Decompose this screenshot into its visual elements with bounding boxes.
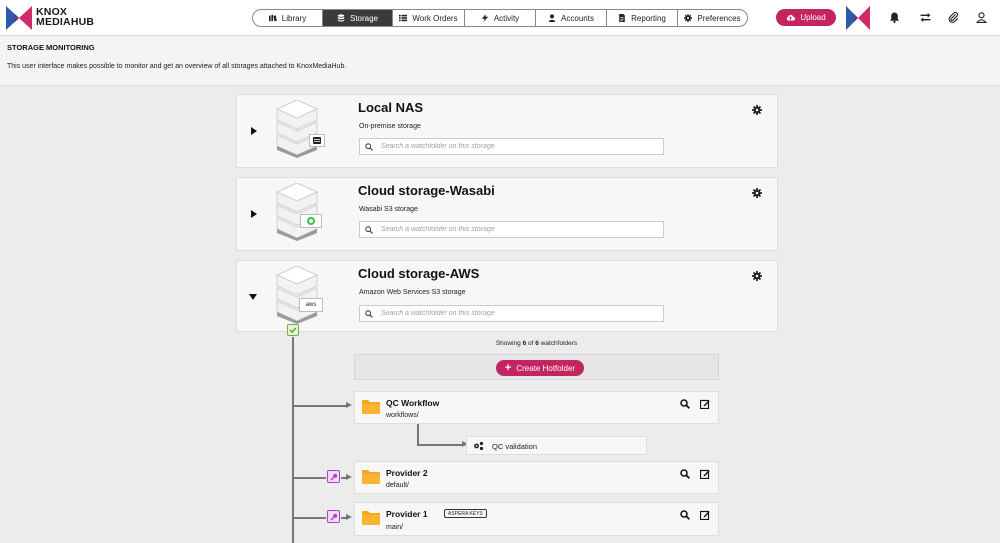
workflow-row[interactable]: QC validation xyxy=(466,436,647,455)
tree-trunk-line xyxy=(292,337,294,543)
storage-settings-gear-icon[interactable] xyxy=(752,271,762,281)
bolt-icon xyxy=(481,14,489,22)
user-icon xyxy=(548,14,556,22)
watchfolder-search-input[interactable] xyxy=(381,310,661,317)
aws-badge: aws xyxy=(299,298,323,312)
watchfolder-name: QC Workflow xyxy=(386,398,440,408)
watchfolder-count: Showing 6 of 6 watchfolders xyxy=(495,340,578,347)
key-icon xyxy=(329,513,337,521)
nav-storage[interactable]: Storage xyxy=(323,10,393,26)
tree-connector xyxy=(293,477,326,479)
list-icon xyxy=(399,14,408,22)
search-icon[interactable] xyxy=(680,399,690,409)
storage-stack-icon xyxy=(275,266,319,324)
storage-subtitle: Wasabi S3 storage xyxy=(359,206,418,213)
folder-icon xyxy=(362,470,380,484)
collapse-toggle[interactable] xyxy=(249,294,257,300)
sub-connector xyxy=(417,444,463,446)
watchfolder-row[interactable]: Provider 1 ASPERA KEYS main/ xyxy=(354,502,719,536)
arrow-right-icon xyxy=(346,402,352,408)
storage-settings-gear-icon[interactable] xyxy=(752,188,762,198)
gear-icon xyxy=(684,14,693,22)
storage-title: Local NAS xyxy=(358,100,424,115)
expand-toggle[interactable] xyxy=(251,127,257,135)
nav-activity[interactable]: Activity xyxy=(465,10,536,26)
storage-title: Cloud storage-Wasabi xyxy=(358,183,495,198)
page-header: STORAGE MONITORING This user interface m… xyxy=(0,36,1000,86)
key-badge[interactable] xyxy=(327,470,340,483)
brand-name[interactable]: KNOX MEDIAHUB xyxy=(36,7,94,28)
nav-preferences[interactable]: Preferences xyxy=(678,10,747,26)
watchfolder-search-input[interactable] xyxy=(381,226,661,233)
arrow-right-icon xyxy=(346,474,352,480)
sub-connector xyxy=(417,424,419,445)
nav-library[interactable]: Library xyxy=(253,10,323,26)
watchfolder-path: default/ xyxy=(386,482,409,489)
watchfolder-search-input[interactable] xyxy=(381,143,661,150)
cloud-upload-icon xyxy=(787,15,796,21)
search-icon[interactable] xyxy=(680,510,690,520)
edit-icon[interactable] xyxy=(700,469,710,479)
watchfolder-path: workflows/ xyxy=(386,412,419,419)
search-icon[interactable] xyxy=(680,469,690,479)
nav-work-orders[interactable]: Work Orders xyxy=(393,10,465,26)
upload-button[interactable]: Upload xyxy=(776,9,836,26)
create-hotfolder-row: + Create Hotfolder xyxy=(354,354,719,380)
aspera-keys-tag: ASPERA KEYS xyxy=(444,509,487,518)
wasabi-icon xyxy=(300,214,322,228)
arrow-right-icon xyxy=(346,514,352,520)
workflow-label: QC validation xyxy=(492,442,538,451)
watchfolder-path: main/ xyxy=(386,524,404,531)
knox-logo-icon[interactable] xyxy=(6,6,32,30)
storage-card-local-nas: Local NAS On-premise storage xyxy=(236,94,778,168)
expand-toggle[interactable] xyxy=(251,210,257,218)
main-nav: Library Storage Work Orders Activity Acc… xyxy=(252,9,748,27)
key-badge[interactable] xyxy=(327,510,340,523)
tree-connector xyxy=(293,405,347,407)
watchfolder-search[interactable] xyxy=(359,221,664,238)
cogs-icon xyxy=(474,441,484,451)
storage-stack-icon xyxy=(275,183,319,241)
watchfolder-search[interactable] xyxy=(359,305,664,322)
transfer-icon[interactable] xyxy=(920,12,931,23)
folder-icon xyxy=(362,511,380,525)
edit-icon[interactable] xyxy=(700,510,710,520)
folder-icon xyxy=(362,400,380,414)
watchfolder-row[interactable]: QC Workflow workflows/ xyxy=(354,391,719,424)
storage-settings-gear-icon[interactable] xyxy=(752,105,762,115)
knox-mini-logo-icon[interactable] xyxy=(846,6,870,30)
paperclip-icon[interactable] xyxy=(948,12,959,23)
books-icon xyxy=(268,14,277,22)
bell-icon[interactable] xyxy=(889,12,900,23)
tree-connector xyxy=(293,517,326,519)
nav-accounts[interactable]: Accounts xyxy=(536,10,607,26)
storage-card-aws: aws Cloud storage-AWS Amazon Web Service… xyxy=(236,260,778,332)
key-icon xyxy=(329,473,337,481)
search-icon xyxy=(365,142,373,151)
status-check-icon xyxy=(287,324,299,336)
storage-card-wasabi: Cloud storage-Wasabi Wasabi S3 storage xyxy=(236,177,778,251)
user-profile-icon[interactable] xyxy=(976,12,987,23)
storage-title: Cloud storage-AWS xyxy=(358,266,480,281)
nav-reporting[interactable]: Reporting xyxy=(607,10,678,26)
watchfolder-name: Provider 2 xyxy=(386,468,428,478)
create-hotfolder-button[interactable]: + Create Hotfolder xyxy=(496,360,584,376)
storage-stack-icon xyxy=(275,100,319,158)
watchfolder-row[interactable]: Provider 2 default/ xyxy=(354,461,719,494)
search-icon xyxy=(365,225,373,234)
database-icon xyxy=(337,14,345,22)
top-bar: KNOX MEDIAHUB Library Storage Work Order… xyxy=(0,0,1000,36)
page-description: This user interface makes possible to mo… xyxy=(7,63,347,70)
page-title: STORAGE MONITORING xyxy=(7,43,95,52)
edit-icon[interactable] xyxy=(700,399,710,409)
report-icon xyxy=(619,14,625,22)
storage-subtitle: On-premise storage xyxy=(359,123,421,130)
nas-icon xyxy=(309,134,325,147)
search-icon xyxy=(365,309,373,318)
storage-subtitle: Amazon Web Services S3 storage xyxy=(359,289,466,296)
plus-icon: + xyxy=(504,362,512,374)
watchfolder-name: Provider 1 xyxy=(386,509,428,519)
watchfolder-search[interactable] xyxy=(359,138,664,155)
